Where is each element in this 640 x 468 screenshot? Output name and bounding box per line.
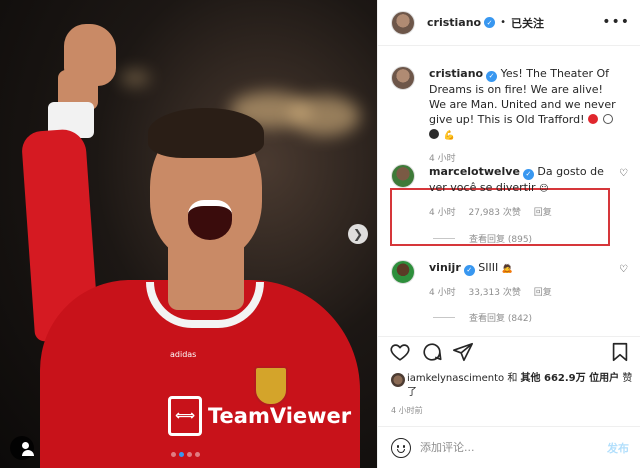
avatar[interactable] [391,260,415,284]
avatar[interactable] [391,164,415,188]
comment-username[interactable]: marcelotwelve [429,165,520,178]
list-item: vinijr ✓ SIIII 🙇 4 小时 33,313 次赞 回复 [391,260,621,301]
brand-text: adidas [170,350,197,359]
reply-divider [433,317,455,318]
white-circle-icon [602,114,613,124]
comment-likes[interactable]: 27,983 次赞 [468,208,520,218]
red-circle-icon [588,114,599,124]
reply-button[interactable]: 回复 [534,208,552,218]
comments-list: cristiano ✓ Yes! The Theater Of Dreams is… [378,46,640,336]
add-comment-bar: 发布 [378,426,640,468]
header-separator: • [500,17,507,28]
more-horizontal-icon[interactable]: ••• [602,14,630,30]
carousel-next-button[interactable]: ❯ [348,224,368,244]
instagram-post-view: ⟺ TeamViewer adidas ❯ cristiano ✓ • 已关注 … [0,0,640,468]
carousel-dot [187,452,192,457]
comment-likes[interactable]: 33,313 次赞 [468,288,520,298]
verified-badge-icon: ✓ [486,71,498,82]
avatar[interactable] [391,10,415,35]
avatar[interactable] [391,373,405,387]
sponsor-text: TeamViewer [208,404,352,428]
post-side-panel: cristiano ✓ • 已关注 ••• cristiano ✓ Yes! Th… [377,0,640,468]
bowing-person-icon: 🙇 [501,264,513,274]
bookmark-icon[interactable] [609,341,631,363]
flexed-biceps-icon: 💪 [443,131,455,141]
carousel-dots [171,452,200,457]
carousel-dot [195,452,200,457]
view-replies-label: 查看回复 (895) [469,235,533,245]
post-timestamp: 4 小时前 [391,406,423,415]
black-circle-icon [429,129,439,139]
caption-username[interactable]: cristiano [429,67,483,80]
verified-badge-icon: ✓ [522,169,534,180]
first-liker-username[interactable]: iamkelynascimento [407,373,504,384]
like-comment-button[interactable]: ♡ [619,168,628,179]
comment-input[interactable] [420,441,590,454]
comment-icon[interactable] [421,341,443,363]
comment-text: SIIII [478,261,499,274]
author-username[interactable]: cristiano [427,16,481,29]
sponsor-logo: ⟺ TeamViewer [168,396,351,436]
view-replies-button[interactable]: 查看回复 (895) [433,232,532,245]
like-comment-button[interactable]: ♡ [619,264,628,275]
heart-outline-icon: ♡ [619,264,628,275]
post-header: cristiano ✓ • 已关注 ••• [378,0,640,46]
view-replies-button[interactable]: 查看回复 (842) [433,311,532,324]
others-likes-button[interactable]: 其他 662.9万 位用户 [521,373,620,384]
comment-time: 4 小时 [429,208,456,218]
action-bar [378,336,640,368]
verified-badge-icon: ✓ [463,265,475,276]
view-replies-label: 查看回复 (842) [469,314,533,324]
likes-summary: iamkelynascimento 和 其他 662.9万 位用户 赞了 [391,372,636,400]
chevron-right-icon: ❯ [352,227,364,241]
list-item: marcelotwelve ✓ Da gosto de ver você se d… [391,164,621,221]
likes-connector: 和 [507,373,518,384]
emoji-icon[interactable] [391,437,411,458]
carousel-dot [171,452,176,457]
carousel-dot [179,452,184,457]
caption: cristiano ✓ Yes! The Theater Of Dreams is… [391,66,621,167]
comment-time: 4 小时 [429,288,456,298]
follow-status-button[interactable]: 已关注 [511,15,544,31]
heart-icon[interactable] [389,341,411,363]
send-icon[interactable] [452,341,474,363]
reply-divider [433,238,455,239]
reply-button[interactable]: 回复 [534,288,552,298]
verified-badge-icon: ✓ [484,17,496,28]
post-photo[interactable]: ⟺ TeamViewer adidas ❯ [0,0,377,468]
avatar[interactable] [391,66,415,90]
post-comment-button[interactable]: 发布 [607,440,629,456]
heart-outline-icon: ♡ [619,168,628,179]
comment-username[interactable]: vinijr [429,261,461,274]
tagged-users-button[interactable] [10,436,34,460]
smile-icon: ☺ [539,184,549,194]
